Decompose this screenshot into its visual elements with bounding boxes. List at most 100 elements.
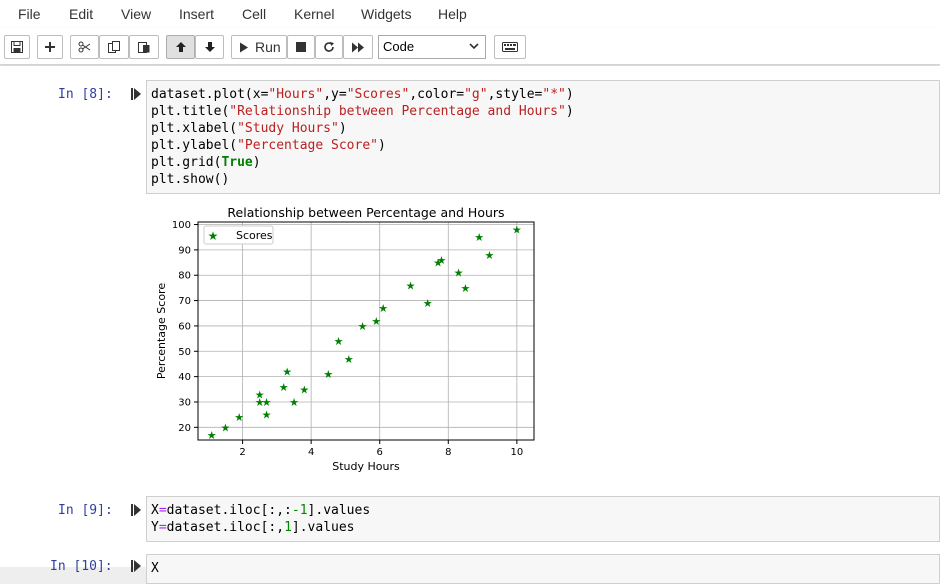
code-token: "Study Hours" (237, 121, 339, 136)
code-token: ].values (291, 520, 355, 535)
run-button[interactable]: Run (231, 35, 287, 59)
data-point-marker: ★ (323, 368, 333, 381)
x-tick-label: 6 (377, 447, 383, 458)
cell-prompt: In [9]: (58, 503, 113, 518)
code-line: plt.title("Relationship between Percenta… (151, 103, 935, 120)
y-tick-label: 30 (178, 397, 191, 408)
interrupt-button[interactable] (287, 35, 315, 59)
run-cell-icon[interactable] (131, 560, 141, 572)
code-token: "Relationship between Percentage and Hou… (229, 104, 566, 119)
menu-help[interactable]: Help (438, 6, 467, 22)
copy-button[interactable] (99, 35, 129, 59)
code-token: dataset.iloc[:,: (166, 503, 292, 518)
code-line: Y=dataset.iloc[:,1].values (151, 519, 935, 536)
code-token: dataset.iloc[:, (166, 520, 285, 535)
save-button[interactable] (4, 35, 30, 59)
code-token: -1 (291, 503, 308, 518)
move-up-button[interactable] (166, 35, 195, 59)
data-point-marker: ★ (299, 383, 309, 396)
menu-edit[interactable]: Edit (69, 6, 93, 22)
code-token: True (221, 155, 253, 170)
y-tick-label: 50 (178, 347, 191, 358)
code-token: X (151, 561, 159, 576)
data-point-marker: ★ (460, 282, 470, 295)
cut-button[interactable] (70, 35, 99, 59)
legend: ★ Scores (203, 225, 274, 245)
stop-icon (296, 42, 306, 52)
insert-cell-button[interactable] (37, 35, 63, 59)
code-input[interactable]: dataset.plot(x="Hours",y="Scores",color=… (146, 80, 940, 194)
code-token: ].values (307, 503, 371, 518)
chart-title: Relationship between Percentage and Hour… (227, 205, 504, 220)
code-line: X (151, 560, 935, 577)
fast-forward-icon (352, 42, 364, 52)
code-token: = (158, 520, 167, 535)
code-input[interactable]: X=dataset.iloc[:,:-1].values Y=dataset.il… (146, 496, 940, 542)
code-token: plt.grid( (151, 155, 222, 170)
chevron-down-icon (469, 43, 479, 50)
data-point-marker: ★ (406, 279, 416, 292)
code-token: ,style= (487, 87, 543, 102)
code-token: ) (338, 121, 347, 136)
data-point-marker: ★ (436, 254, 446, 267)
code-token: "g" (464, 87, 488, 102)
menu-cell[interactable]: Cell (242, 6, 266, 22)
scatter-chart: 2 4 6 8 102030405060708090100 ★★★★★★★★★★★★★★… (155, 205, 535, 473)
y-tick-label: 90 (178, 245, 191, 256)
data-point-marker: ★ (334, 335, 344, 348)
cut-icon (78, 41, 91, 53)
x-tick-label: 8 (445, 447, 451, 458)
data-point-marker: ★ (279, 381, 289, 394)
restart-button[interactable] (315, 35, 343, 59)
code-token: ,color= (409, 87, 465, 102)
run-icon (240, 42, 248, 52)
cell-type-select[interactable]: Code (378, 35, 486, 59)
code-token: "Hours" (268, 87, 324, 102)
keyboard-icon (502, 42, 518, 52)
y-tick-label: 60 (178, 321, 191, 332)
data-point-marker: ★ (378, 302, 388, 315)
data-point-marker: ★ (344, 353, 354, 366)
code-token: ) (565, 87, 574, 102)
code-line: plt.show() (151, 171, 935, 188)
code-input[interactable]: X (146, 554, 940, 584)
data-point-marker: ★ (371, 315, 381, 328)
data-point-marker: ★ (512, 224, 522, 237)
y-axis-label: Percentage Score (155, 283, 168, 379)
code-line: plt.grid(True) (151, 154, 935, 171)
restart-run-all-button[interactable] (343, 35, 373, 59)
data-point-marker: ★ (234, 411, 244, 424)
data-point-marker: ★ (262, 409, 272, 422)
paste-button[interactable] (129, 35, 159, 59)
save-icon (11, 41, 23, 53)
code-token: plt.ylabel( (151, 138, 238, 153)
copy-icon (108, 41, 120, 53)
data-point-marker: ★ (474, 231, 484, 244)
code-token: plt.title( (151, 104, 230, 119)
y-tick-label: 40 (178, 372, 191, 383)
menu-widgets[interactable]: Widgets (361, 6, 412, 22)
y-tick-label: 100 (172, 220, 191, 231)
arrow-up-icon (175, 42, 186, 52)
code-token: ,y= (323, 87, 347, 102)
menu-file[interactable]: File (18, 6, 41, 22)
code-token: 1 (284, 520, 292, 535)
code-token: "*" (542, 87, 566, 102)
menu-kernel[interactable]: Kernel (294, 6, 334, 22)
code-token: plt.xlabel( (151, 121, 238, 136)
code-token: = (158, 503, 167, 518)
code-line: plt.ylabel("Percentage Score") (151, 137, 935, 154)
run-cell-icon[interactable] (131, 88, 141, 100)
command-palette-button[interactable] (494, 35, 526, 59)
x-tick-label: 2 (239, 447, 245, 458)
legend-label: Scores (236, 229, 273, 242)
arrow-down-icon (204, 42, 215, 52)
code-line: plt.xlabel("Study Hours") (151, 120, 935, 137)
menu-insert[interactable]: Insert (179, 6, 214, 22)
menu-view[interactable]: View (121, 6, 151, 22)
code-token: "Scores" (346, 87, 410, 102)
run-cell-icon[interactable] (131, 504, 141, 516)
move-down-button[interactable] (195, 35, 224, 59)
data-point-marker: ★ (282, 366, 292, 379)
y-tick-label: 20 (178, 423, 191, 434)
